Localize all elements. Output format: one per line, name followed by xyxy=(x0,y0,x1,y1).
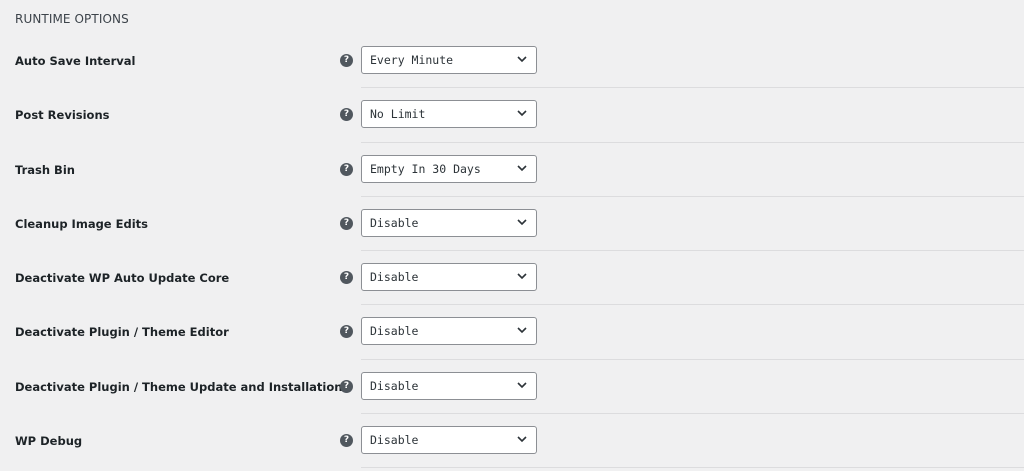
question-circle-icon[interactable]: ? xyxy=(340,379,353,393)
chevron-down-icon xyxy=(517,436,527,443)
option-label: Cleanup Image Edits xyxy=(15,216,148,231)
option-label: Post Revisions xyxy=(15,108,110,123)
option-row-post-revisions: Post Revisions ? No Limit xyxy=(0,88,1024,143)
chevron-down-icon xyxy=(517,382,527,388)
cleanup-image-edits-select[interactable]: Disable xyxy=(361,208,537,237)
options-list: Auto Save Interval ? Every Minute Post R… xyxy=(0,34,1024,469)
select-value: Every Minute xyxy=(370,53,454,67)
option-label: WP Debug xyxy=(15,434,83,449)
chevron-down-icon xyxy=(517,165,527,171)
option-row-deactivate-auto-update-core: Deactivate WP Auto Update Core ? Disable xyxy=(0,251,1024,306)
option-row-deactivate-theme-editor: Deactivate Plugin / Theme Editor ? Disab… xyxy=(0,305,1024,360)
chevron-down-icon xyxy=(517,219,527,226)
post-revisions-select[interactable]: No Limit xyxy=(361,100,537,129)
option-label: Trash Bin xyxy=(15,162,75,177)
select-value: Empty In 30 Days xyxy=(370,161,481,176)
option-row-cleanup-image-edits: Cleanup Image Edits ? Disable xyxy=(0,197,1024,252)
question-circle-icon[interactable]: ? xyxy=(340,325,353,339)
deactivate-auto-update-core-select[interactable]: Disable xyxy=(361,263,537,292)
deactivate-theme-editor-select[interactable]: Disable xyxy=(361,317,537,346)
option-label: Deactivate Plugin / Theme Update and Ins… xyxy=(15,379,343,394)
select-value: Disable xyxy=(370,378,419,393)
row-divider xyxy=(361,467,1024,469)
trash-bin-select[interactable]: Empty In 30 Days xyxy=(361,154,537,183)
option-row-auto-save-interval: Auto Save Interval ? Every Minute xyxy=(0,34,1024,89)
select-value: No Limit xyxy=(370,107,426,122)
select-value: Disable xyxy=(370,215,419,230)
runtime-options-page: RUNTIME OPTIONS Auto Save Interval ? Eve… xyxy=(0,0,1024,471)
select-value: Disable xyxy=(370,270,419,285)
select-value: Disable xyxy=(370,433,419,448)
deactivate-theme-update-select[interactable]: Disable xyxy=(361,371,537,400)
question-circle-icon[interactable]: ? xyxy=(340,54,353,67)
chevron-down-icon xyxy=(517,273,527,280)
option-label: Auto Save Interval xyxy=(15,54,136,68)
auto-save-interval-select[interactable]: Every Minute xyxy=(361,46,537,74)
select-value: Disable xyxy=(370,324,419,339)
option-row-wp-debug: WP Debug ? Disable xyxy=(0,414,1024,469)
option-row-deactivate-theme-update: Deactivate Plugin / Theme Update and Ins… xyxy=(0,360,1024,415)
question-circle-icon[interactable]: ? xyxy=(340,162,353,176)
wp-debug-select[interactable]: Disable xyxy=(361,426,537,455)
option-label: Deactivate WP Auto Update Core xyxy=(15,271,230,286)
question-circle-icon[interactable]: ? xyxy=(340,108,353,122)
question-circle-icon[interactable]: ? xyxy=(340,216,353,230)
chevron-down-icon xyxy=(517,327,527,334)
question-circle-icon[interactable]: ? xyxy=(340,271,353,285)
section-title: RUNTIME OPTIONS xyxy=(15,12,129,26)
chevron-down-icon xyxy=(517,110,527,117)
option-row-trash-bin: Trash Bin ? Empty In 30 Days xyxy=(0,143,1024,197)
option-label: Deactivate Plugin / Theme Editor xyxy=(15,325,229,340)
chevron-down-icon xyxy=(517,56,527,63)
question-circle-icon[interactable]: ? xyxy=(340,434,353,448)
